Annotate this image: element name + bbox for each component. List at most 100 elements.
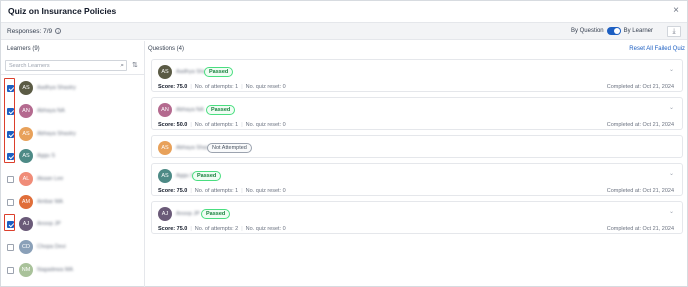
chevron-down-icon[interactable]: ⌄ <box>669 170 674 177</box>
attempts: No. of attempts: 2 <box>194 226 239 232</box>
divider: | <box>241 84 243 90</box>
status-badge: Passed <box>204 67 234 77</box>
learner-name: Abhaya NA <box>37 108 65 114</box>
completed-at: Completed at: Oct 21, 2024 <box>606 122 674 128</box>
avatar: AN <box>19 104 33 118</box>
learner-name: Abhaya NA <box>176 107 204 113</box>
sort-icon[interactable]: ⇅ <box>132 61 138 69</box>
learners-pane: Learners (9) ⌕ ⇅ AS Aadhya Shastry AN Abhay… <box>1 41 145 287</box>
learner-name: Ambar MA <box>37 199 63 205</box>
learner-checkbox[interactable] <box>7 176 14 183</box>
learner-row[interactable]: NM Nagadewa MA <box>7 263 137 279</box>
checkbox-highlight-group-1 <box>4 78 15 163</box>
view-toggle-group: By Question By Learner <box>571 27 653 35</box>
learner-name: Anoop JP <box>176 211 200 217</box>
info-icon[interactable]: i <box>55 28 62 34</box>
response-card[interactable]: AS Aadhya Shastry Passed ⌄ Score: 75.0 | No. o… <box>151 59 683 92</box>
learner-row[interactable]: AL Akaan Lee <box>7 172 137 188</box>
divider: | <box>190 226 192 232</box>
by-question-label: By Question <box>570 28 604 34</box>
by-learner-label: By Learner <box>623 28 653 34</box>
divider: | <box>190 122 192 128</box>
learner-name: Akaan Lee <box>37 176 64 182</box>
avatar: AS <box>19 127 33 141</box>
avatar: AM <box>19 195 33 209</box>
divider: | <box>241 226 243 232</box>
responses-label: Responses: 7/9 <box>7 28 53 35</box>
responses-bar: Responses: 7/9 i By Question By Learner ⤓ <box>1 23 687 40</box>
completed-at: Completed at: Oct 21, 2024 <box>606 188 674 194</box>
learner-row[interactable]: AN Abhaya NA <box>7 104 137 120</box>
response-card[interactable]: AJ Anoop JP Passed ⌄ Score: 75.0 | No. of atte… <box>151 201 683 234</box>
learner-name: Anoop JP <box>37 221 61 227</box>
status-badge: Not Attempted <box>207 143 252 153</box>
quiz-reset-count: No. quiz reset: 0 <box>245 226 286 232</box>
search-icon[interactable]: ⌕ <box>120 62 124 70</box>
score: Score: 75.0 <box>158 84 188 90</box>
attempt-details: Score: 75.0 | No. of attempts: 1 | No. quiz … <box>158 188 286 194</box>
avatar: AJ <box>158 207 172 221</box>
dialog-title: Quiz on Insurance Policies <box>8 6 117 16</box>
learner-name: Abhaya Shastry <box>37 131 76 137</box>
chevron-down-icon[interactable]: ⌄ <box>669 208 674 215</box>
avatar: AS <box>19 81 33 95</box>
learner-checkbox[interactable] <box>7 199 14 206</box>
learner-name: Aadhya Shastry <box>37 85 76 91</box>
response-card[interactable]: AN Abhaya NA Passed ⌄ Score: 50.0 | No. of att… <box>151 97 683 130</box>
avatar: AS <box>158 141 172 155</box>
completed-at: Completed at: Oct 21, 2024 <box>606 84 674 90</box>
avatar: CD <box>19 240 33 254</box>
divider: | <box>241 188 243 194</box>
attempts: No. of attempts: 1 <box>194 84 239 90</box>
download-icon[interactable]: ⤓ <box>667 26 681 37</box>
divider: | <box>241 122 243 128</box>
quiz-reset-count: No. quiz reset: 0 <box>245 84 286 90</box>
avatar: AS <box>158 65 172 79</box>
avatar: AS <box>19 149 33 163</box>
learner-row[interactable]: AJ Anoop JP <box>7 217 137 233</box>
divider: | <box>190 188 192 194</box>
learner-checkbox[interactable] <box>7 244 14 251</box>
divider: | <box>190 84 192 90</box>
quiz-responses-dialog: Quiz on Insurance Policies × Responses: … <box>0 0 688 287</box>
learner-row[interactable]: AS Abhaya Shastry <box>7 127 137 143</box>
attempts: No. of attempts: 1 <box>194 188 239 194</box>
score: Score: 75.0 <box>158 226 188 232</box>
search-input[interactable] <box>9 63 109 69</box>
avatar: AL <box>19 172 33 186</box>
response-card[interactable]: AS Abhaya Shastry Not Attempted <box>151 135 683 158</box>
status-badge: Passed <box>201 209 231 219</box>
attempts: No. of attempts: 1 <box>194 122 239 128</box>
checkbox-highlight-group-2 <box>4 214 15 231</box>
learner-row[interactable]: AS Aggu S <box>7 149 137 165</box>
avatar: AS <box>158 169 172 183</box>
avatar: AN <box>158 103 172 117</box>
completed-at: Completed at: Oct 21, 2024 <box>606 226 674 232</box>
chevron-down-icon[interactable]: ⌄ <box>669 66 674 73</box>
divider <box>1 74 145 75</box>
view-toggle-switch[interactable] <box>606 27 621 35</box>
learner-row[interactable]: AS Aadhya Shastry <box>7 81 137 97</box>
learner-name: Aggu S <box>37 153 56 159</box>
attempt-details: Score: 50.0 | No. of attempts: 1 | No. quiz … <box>158 122 286 128</box>
score: Score: 75.0 <box>158 188 188 194</box>
avatar: AJ <box>19 217 33 231</box>
close-icon[interactable]: × <box>673 5 679 16</box>
search-learners-field: ⌕ <box>5 60 127 71</box>
questions-pane: Questions (4) Reset All Failed Quiz AS Aa… <box>146 41 688 287</box>
learner-row[interactable]: CD Chopa Devi <box>7 240 137 256</box>
attempt-details: Score: 75.0 | No. of attempts: 2 | No. quiz … <box>158 226 286 232</box>
questions-header: Questions (4) <box>148 46 185 52</box>
learner-name: Nagadewa MA <box>37 267 74 273</box>
status-badge: Passed <box>192 171 222 181</box>
learner-checkbox[interactable] <box>7 267 14 274</box>
learner-row[interactable]: AM Ambar MA <box>7 195 137 211</box>
score: Score: 50.0 <box>158 122 188 128</box>
quiz-reset-count: No. quiz reset: 0 <box>245 188 286 194</box>
response-card[interactable]: AS Aggu S Passed ⌄ Score: 75.0 | No. of attemp… <box>151 163 683 196</box>
reset-all-failed-quiz-link[interactable]: Reset All Failed Quiz <box>629 46 685 52</box>
chevron-down-icon[interactable]: ⌄ <box>669 104 674 111</box>
status-badge: Passed <box>206 105 236 115</box>
avatar: NM <box>19 263 33 277</box>
learner-name: Chopa Devi <box>37 244 66 250</box>
